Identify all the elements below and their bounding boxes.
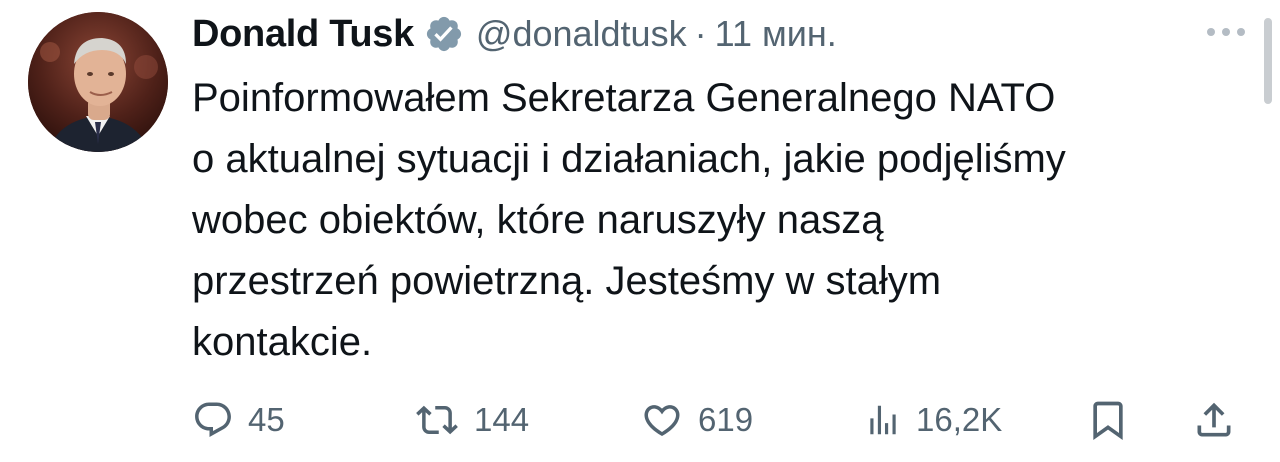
views-icon [870,405,896,435]
like-button[interactable]: 619 [640,396,753,444]
avatar-image [28,12,168,152]
tweet-text-line: przestrzeń powietrzną. Jesteśmy w stałym [192,259,942,303]
tweet-text-line: o aktualnej sytuacji i działaniach, jaki… [192,137,1066,181]
author-name[interactable]: Donald Tusk [192,13,414,56]
reply-icon [195,402,231,437]
timestamp[interactable]: 11 мин. [715,13,837,55]
like-count: 619 [698,401,754,438]
action-bar: 45 144 619 16,2K [192,396,1252,444]
reply-button[interactable]: 45 [192,396,285,444]
bookmark-icon [1093,401,1123,441]
reply-count: 45 [248,401,285,438]
scrollbar[interactable] [1264,18,1272,104]
avatar[interactable] [28,12,168,152]
tweet-text-line: wobec obiektów, które naruszyły naszą [192,198,884,242]
verified-badge-icon[interactable] [424,14,464,54]
heart-icon [644,405,680,437]
tweet-header: Donald Tusk @donaldtusk · 11 мин. [192,8,837,60]
repost-button[interactable]: 144 [414,396,529,444]
repost-count: 144 [474,401,530,438]
share-icon [1197,402,1231,437]
tweet-card[interactable]: Donald Tusk @donaldtusk · 11 мин. Poinfo… [0,0,1280,462]
bookmark-button[interactable] [1086,396,1130,444]
more-icon[interactable] [1204,22,1248,42]
views-button[interactable]: 16,2K [864,396,1002,444]
separator-dot: · [694,13,707,54]
tweet-text: Poinformowałem Sekretarza Generalnego NA… [192,68,1262,373]
tweet-text-line: Poinformowałem Sekretarza Generalnego NA… [192,76,1056,120]
author-handle[interactable]: @donaldtusk [476,13,687,55]
repost-icon [416,405,458,435]
tweet-text-line: kontakcie. [192,320,373,364]
share-button[interactable] [1192,396,1236,444]
views-count: 16,2K [916,401,1003,438]
